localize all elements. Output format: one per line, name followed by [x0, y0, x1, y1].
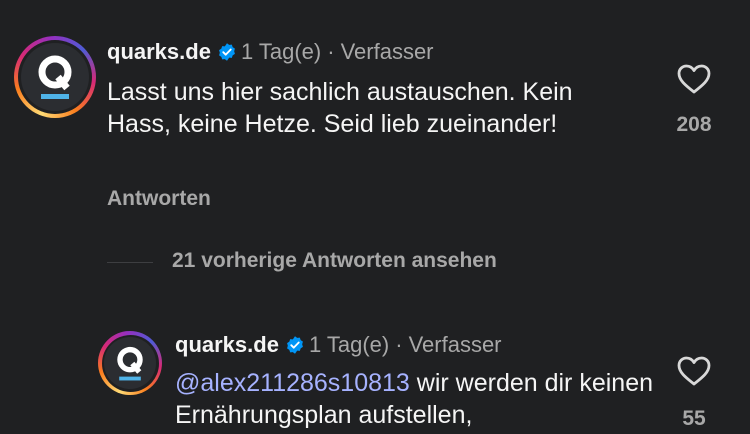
heart-outline-icon[interactable] — [677, 356, 711, 391]
meta-separator: · — [395, 332, 403, 357]
avatar-ring — [101, 334, 159, 392]
avatar[interactable] — [14, 36, 96, 118]
mention-link[interactable]: @alex211286s10813 — [175, 369, 410, 397]
reply-avatar[interactable] — [98, 331, 162, 395]
view-more-replies-button[interactable]: 21 vorherige Antworten ansehen — [172, 249, 497, 273]
heart-outline-icon[interactable] — [677, 64, 711, 99]
like-control: 208 — [664, 64, 724, 137]
verified-badge-icon — [217, 42, 237, 62]
replies-divider — [107, 262, 153, 263]
reply-time: 1 Tag(e) — [308, 332, 390, 357]
username-link[interactable]: quarks.de — [175, 332, 279, 358]
author-label: Verfasser — [408, 332, 502, 357]
reply-button[interactable]: Antworten — [107, 187, 211, 211]
comment-text: Lasst uns hier sachlich austauschen. Kei… — [107, 78, 573, 138]
reply-text: @alex211286s10813 wir werden dir keinen … — [175, 367, 655, 431]
comment-header: quarks.de 1 Tag(e) · Verfasser — [107, 36, 434, 68]
verified-badge-icon — [285, 335, 305, 355]
author-label: Verfasser — [340, 39, 434, 64]
avatar-ring — [18, 40, 92, 114]
like-count: 208 — [676, 113, 712, 136]
username-link[interactable]: quarks.de — [107, 39, 211, 65]
comment-time: 1 Tag(e) — [240, 39, 322, 64]
like-control: 55 — [664, 356, 724, 431]
quarks-logo-icon — [104, 337, 156, 389]
meta-separator: · — [327, 39, 335, 64]
reply-header: quarks.de 1 Tag(e) · Verfasser — [175, 329, 502, 361]
like-count: 55 — [682, 407, 706, 430]
quarks-logo-icon — [21, 43, 89, 111]
